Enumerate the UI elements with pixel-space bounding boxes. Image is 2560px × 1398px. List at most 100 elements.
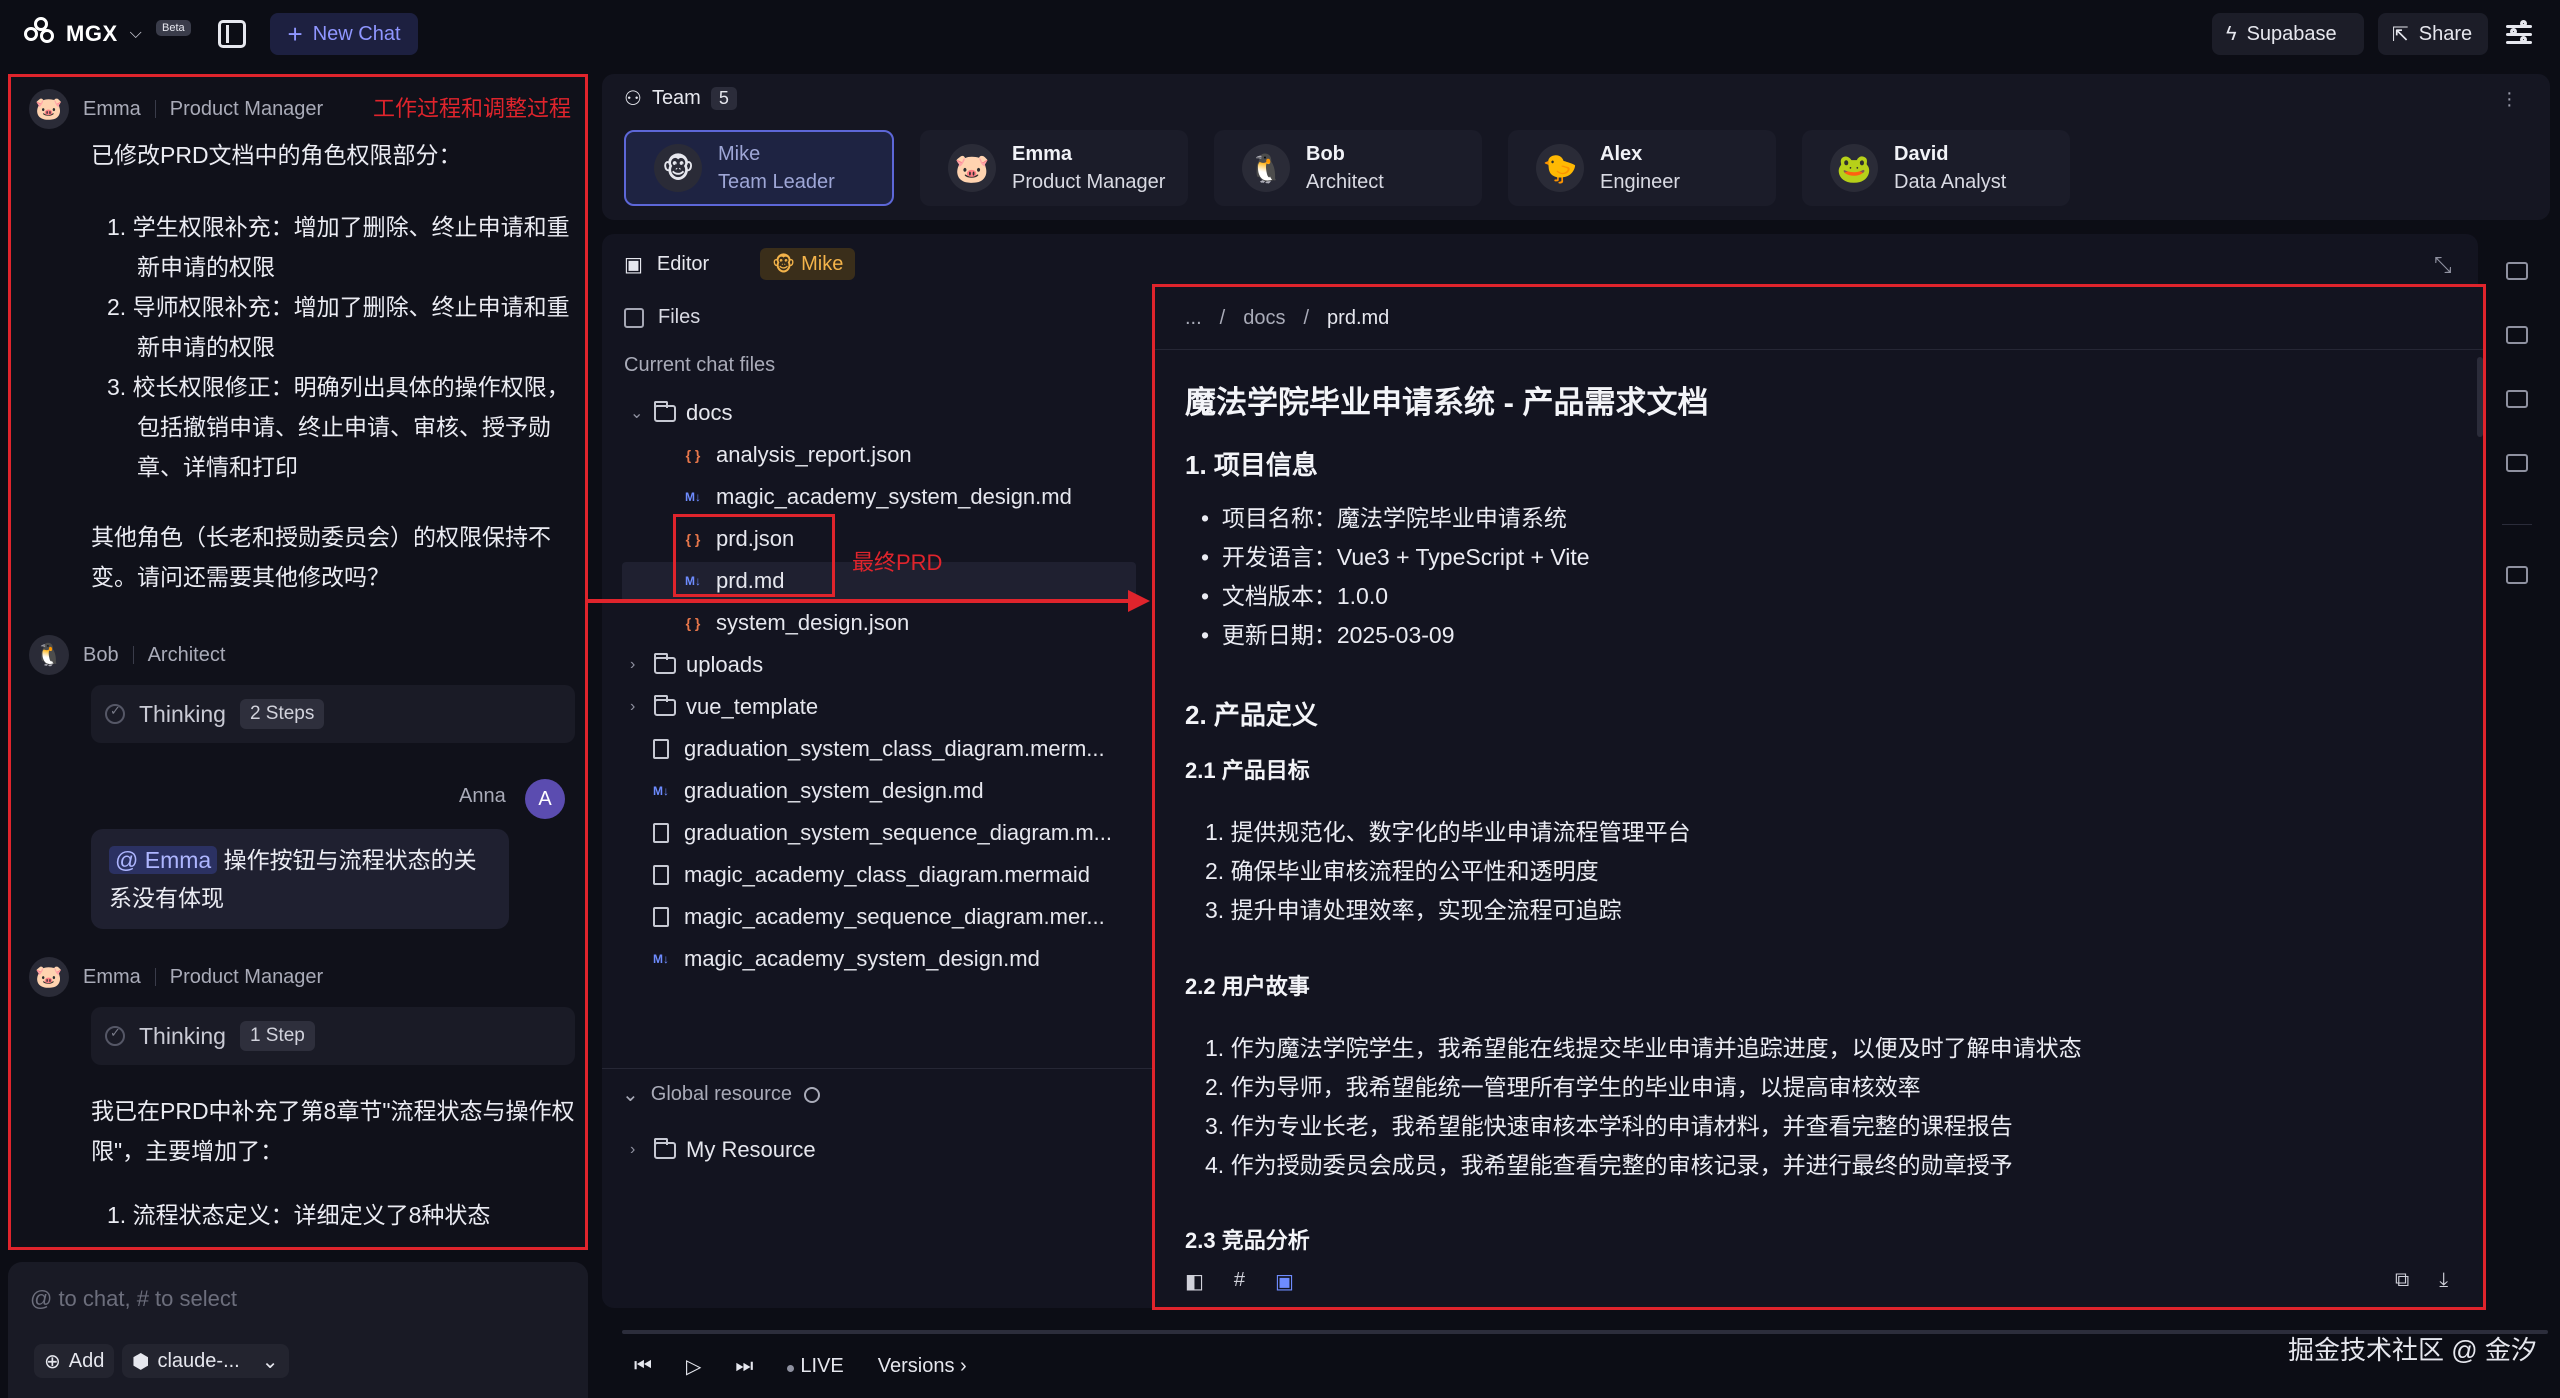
terminal-icon[interactable] <box>2506 262 2528 280</box>
chat-input[interactable]: @ to chat, # to select ⊕ Add ⬢ claude-..… <box>8 1262 588 1398</box>
chevron-right-icon: › <box>630 1141 636 1158</box>
message-text: 已修改PRD文档中的角色权限部分： <box>91 142 462 168</box>
divider <box>2502 524 2532 525</box>
supabase-button[interactable]: ϟ Supabase <box>2212 13 2364 55</box>
member-card-david[interactable]: 🐸 David Data Analyst <box>1802 130 2070 206</box>
steps-badge: 2 Steps <box>239 699 325 729</box>
folder-icon <box>654 694 676 716</box>
collapse-icon[interactable]: ⤡ <box>2434 252 2452 278</box>
plus-circle-icon: ⊕ <box>44 1350 61 1373</box>
alex-avatar: 🐤 <box>1536 144 1584 192</box>
cube-icon: ⬢ <box>132 1350 150 1373</box>
doc-list-item: • 文档版本：1.0.0 <box>1201 583 1388 609</box>
mike-avatar: 🐵 <box>654 144 702 192</box>
list-item: 2. 导师权限补充：增加了删除、终止申请和重 <box>107 294 570 320</box>
author-role: Architect <box>147 643 226 666</box>
member-card-bob[interactable]: 🐧 Bob Architect <box>1214 130 1482 206</box>
code-view-icon[interactable] <box>2506 454 2528 472</box>
doc-list-item: 1. 提供规范化、数字化的毕业申请流程管理平台 <box>1205 819 1691 845</box>
list-item: 新申请的权限 <box>137 254 275 280</box>
list-item: 包括撤销申请、终止申请、审核、授予勋 <box>137 414 551 440</box>
divider <box>1155 349 2483 350</box>
file-icon <box>653 739 669 759</box>
download-icon[interactable]: ⤓ <box>2439 1269 2448 1292</box>
emma-avatar: 🐷 <box>29 89 69 129</box>
member-name: Emma <box>1012 143 1073 165</box>
author-name: Bob <box>83 643 119 666</box>
doc-list-item: • 开发语言：Vue3 + TypeScript + Vite <box>1201 544 1590 570</box>
code-icon: ▣ <box>624 254 643 276</box>
more-options-icon[interactable]: · · · <box>2506 83 2513 115</box>
share-icon: ⇱ <box>2392 23 2409 46</box>
check-icon <box>105 1025 125 1046</box>
browser-icon[interactable] <box>2506 390 2528 408</box>
chevron-down-icon[interactable]: ⌵ <box>130 25 142 43</box>
skip-forward-icon[interactable]: ⏭ <box>735 1355 753 1378</box>
breadcrumb-item[interactable]: ... <box>1185 307 1202 330</box>
versions-button[interactable]: Versions › <box>878 1355 967 1378</box>
live-indicator[interactable]: LIVE <box>787 1355 844 1378</box>
member-role: Engineer <box>1600 171 1681 193</box>
json-file-icon: { } <box>685 447 701 463</box>
preview-icon[interactable]: ▣ <box>1275 1269 1294 1294</box>
skip-back-icon[interactable]: ⏮ <box>634 1355 652 1378</box>
playback-progress[interactable] <box>622 1330 2548 1334</box>
new-chat-button[interactable]: + New Chat <box>270 13 418 55</box>
supabase-label: Supabase <box>2246 22 2337 45</box>
settings-sliders-icon[interactable] <box>2506 20 2532 46</box>
annotation-final-prd: 最终PRD <box>852 550 943 575</box>
doc-list-item: • 更新日期：2025-03-09 <box>1201 622 1455 648</box>
app-logo[interactable]: MGX ⌵ <box>24 16 142 52</box>
share-button[interactable]: ⇱ Share <box>2378 13 2488 55</box>
doc-toolbar-right: ⧉ ⤓ <box>2395 1269 2448 1292</box>
annotation-arrow <box>588 599 1138 603</box>
global-resource-header[interactable]: ⌄ Global resource <box>622 1082 820 1107</box>
play-icon[interactable]: ▷ <box>686 1354 701 1379</box>
team-header: ⚇ Team 5 <box>624 86 737 111</box>
message-header: 🐷 Emma Product Manager <box>29 89 323 129</box>
model-select[interactable]: ⬢ claude-... ⌄ <box>122 1344 289 1378</box>
breadcrumb-current: prd.md <box>1327 307 1390 329</box>
folder-icon[interactable] <box>2506 566 2528 584</box>
split-view-icon[interactable]: ◧ <box>1185 1269 1204 1294</box>
scrollbar[interactable] <box>2477 357 2483 437</box>
member-card-emma[interactable]: 🐷 Emma Product Manager <box>920 130 1188 206</box>
thinking-block[interactable]: Thinking 1 Step <box>91 1007 575 1065</box>
agent-name: Mike <box>801 252 844 275</box>
json-file-icon: { } <box>685 615 701 631</box>
doc-subheading: 2.2 用户故事 <box>1185 974 1310 999</box>
divider <box>154 968 156 986</box>
member-card-mike[interactable]: 🐵 Mike Team Leader <box>624 130 894 206</box>
member-name: Bob <box>1306 143 1345 165</box>
copy-icon[interactable]: ⧉ <box>2395 1269 2409 1292</box>
files-header[interactable]: Files <box>624 306 700 329</box>
member-role: Team Leader <box>718 171 835 193</box>
breadcrumb-sep: / <box>1219 307 1226 329</box>
doc-list-item: 2. 确保毕业审核流程的公平性和透明度 <box>1205 858 1599 884</box>
editor-icon[interactable] <box>2506 326 2528 344</box>
mention-tag[interactable]: @ Emma <box>109 846 218 874</box>
member-name: David <box>1894 143 1949 165</box>
member-name: Alex <box>1600 143 1643 165</box>
markdown-file-icon: M↓ <box>685 490 701 504</box>
member-name: Mike <box>718 143 761 165</box>
member-card-alex[interactable]: 🐤 Alex Engineer <box>1508 130 1776 206</box>
divider <box>602 1068 1154 1069</box>
file-icon <box>653 823 669 843</box>
share-label: Share <box>2418 22 2473 45</box>
hash-icon[interactable]: # <box>1234 1269 1245 1294</box>
doc-list-item: 3. 提升申请处理效率，实现全流程可追踪 <box>1205 897 1622 923</box>
doc-subheading: 2.3 竞品分析 <box>1185 1228 1310 1253</box>
user-message: @ Emma 操作按钮与流程状态的关 系没有体现 <box>91 829 509 929</box>
add-button[interactable]: ⊕ Add <box>34 1344 115 1378</box>
author-role: Product Manager <box>169 97 324 120</box>
agent-badge: 🐵 Mike <box>760 248 856 280</box>
sidebar-toggle-icon[interactable] <box>218 20 246 48</box>
list-item: 新申请的权限 <box>137 334 275 360</box>
thinking-block[interactable]: Thinking 2 Steps <box>91 685 575 743</box>
breadcrumb: ... / docs / prd.md <box>1185 307 1389 330</box>
tab-editor[interactable]: ▣ Editor <box>624 252 709 277</box>
document-viewer: ... / docs / prd.md 魔法学院毕业申请系统 - 产品需求文档 … <box>1152 284 2486 1310</box>
breadcrumb-item[interactable]: docs <box>1243 307 1285 330</box>
chat-input-placeholder: @ to chat, # to select <box>30 1286 237 1311</box>
